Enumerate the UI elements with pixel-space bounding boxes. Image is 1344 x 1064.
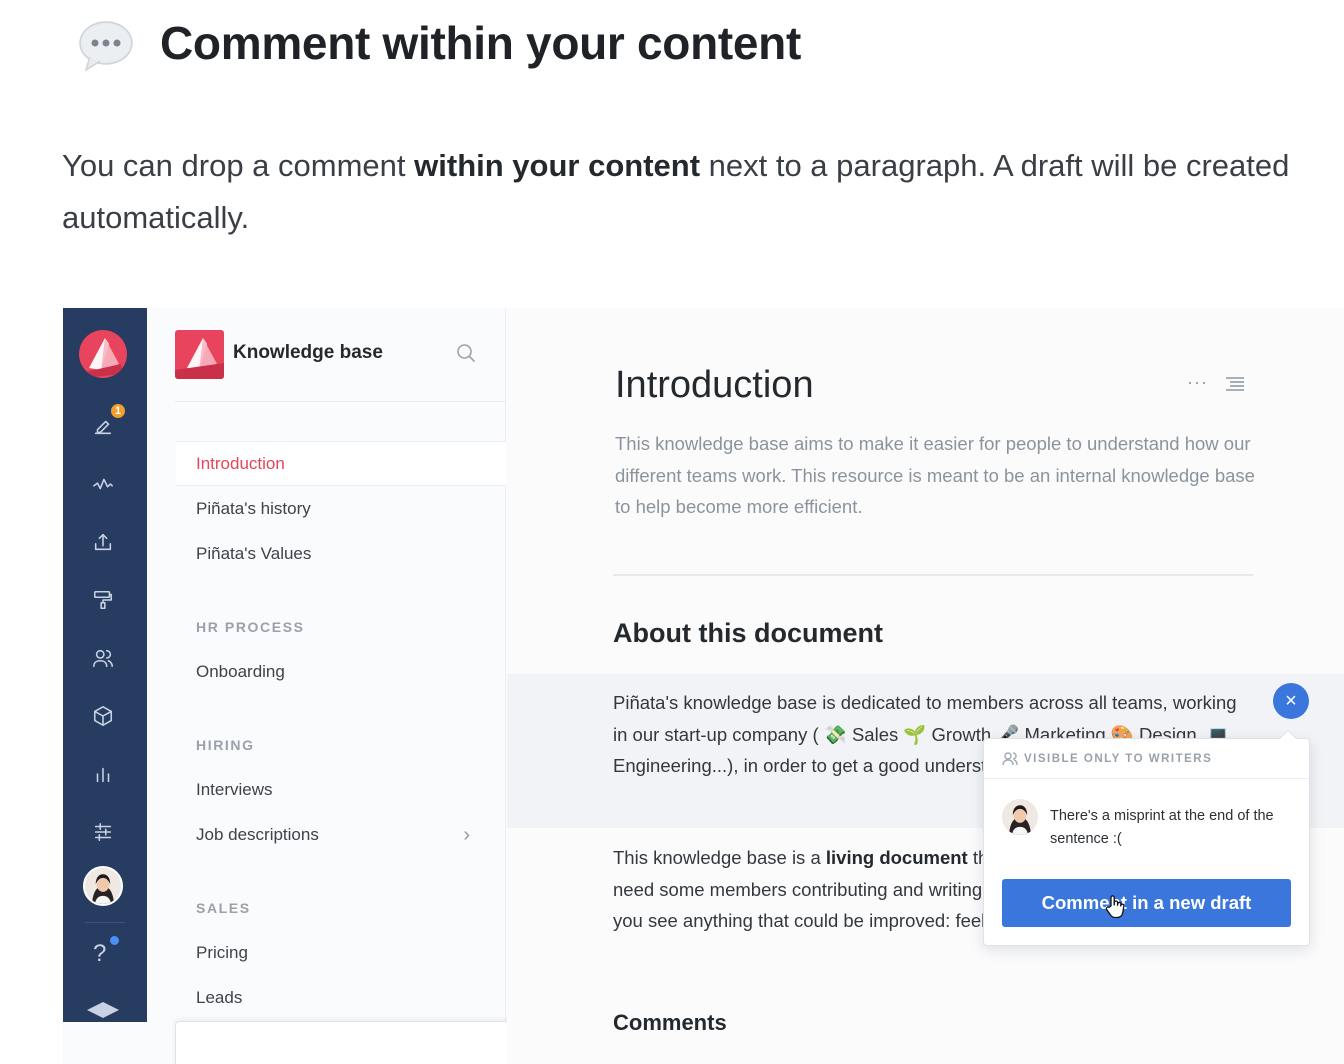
sidebar-item-pricing[interactable]: Pricing <box>176 930 506 975</box>
comment-text: There's a misprint at the end of the sen… <box>1050 808 1274 847</box>
graduation-cap-icon[interactable] <box>85 1000 121 1022</box>
document-area: Introduction ··· This knowledge base aim… <box>507 308 1344 1064</box>
close-comment-button[interactable]: × <box>1273 683 1309 719</box>
users-icon[interactable] <box>85 640 121 676</box>
hand-cursor-icon <box>1104 894 1126 920</box>
sidebar-item-label: Leads <box>196 987 243 1007</box>
app-rail: 1 ? <box>63 308 147 1022</box>
help-notification-dot <box>110 936 119 945</box>
upload-icon[interactable] <box>85 524 121 560</box>
sidebar-item-leads[interactable]: Leads <box>176 975 506 1020</box>
app-screenshot: 1 ? Knowledge base Introduction Piñata's… <box>63 308 1344 1064</box>
document-lead: This knowledge base aims to make it easi… <box>615 433 1255 517</box>
search-icon[interactable] <box>455 342 477 364</box>
sidebar-item-interviews[interactable]: Interviews <box>176 767 506 812</box>
avatar[interactable] <box>83 866 123 906</box>
more-options-icon[interactable]: ··· <box>1187 372 1208 393</box>
box-icon[interactable] <box>85 698 121 734</box>
comment-popover: VISIBLE ONLY TO WRITERS There's a mispri… <box>983 729 1310 946</box>
rail-divider <box>85 922 125 923</box>
page-title: Comment within your content <box>160 17 801 69</box>
chevron-right-icon[interactable]: › <box>463 824 470 847</box>
kb-title: Knowledge base <box>233 342 383 363</box>
sidebar-item-label: Pricing <box>196 942 248 962</box>
speech-bubble-icon <box>76 18 134 74</box>
paint-roller-icon[interactable] <box>85 582 121 618</box>
comments-heading: Comments <box>613 1010 727 1035</box>
sidebar-section-sales: SALES <box>196 900 251 916</box>
visibility-label: VISIBLE ONLY TO WRITERS <box>1024 752 1213 765</box>
document-title: Introduction <box>615 364 814 406</box>
kb-logo-icon <box>175 330 224 379</box>
kb-sidebar: Knowledge base Introduction Piñata's his… <box>147 308 575 1064</box>
users-icon <box>1002 751 1018 765</box>
help-icon[interactable]: ? <box>93 940 106 968</box>
avatar <box>1002 799 1038 835</box>
logo-icon[interactable] <box>79 330 127 378</box>
intro-paragraph: You can drop a comment within your conte… <box>62 148 1290 235</box>
section-heading: About this document <box>613 618 883 648</box>
notification-badge: 1 <box>109 402 127 420</box>
sidebar-item-label: Onboarding <box>196 661 285 681</box>
settings-sliders-icon[interactable] <box>85 814 121 850</box>
sidebar-item-label: Introduction <box>196 453 285 473</box>
sidebar-item-job-descriptions[interactable]: Job descriptions › <box>176 812 506 857</box>
comment-in-new-draft-button[interactable]: Comment in a new draft <box>1002 879 1291 927</box>
sidebar-item-onboarding[interactable]: Onboarding <box>176 649 506 694</box>
sidebar-item-label: Piñata's Values <box>196 543 312 563</box>
table-of-contents-icon[interactable] <box>1225 376 1245 392</box>
sidebar-divider <box>175 401 506 402</box>
sidebar-item-introduction[interactable]: Introduction <box>176 441 506 486</box>
sidebar-section-hr-process: HR PROCESS <box>196 619 305 635</box>
sidebar-item-pinatas-history[interactable]: Piñata's history <box>176 486 506 531</box>
sidebar-item-pinatas-values[interactable]: Piñata's Values <box>176 531 506 576</box>
chart-icon[interactable] <box>85 756 121 792</box>
sidebar-item-label: Piñata's history <box>196 498 311 518</box>
activity-icon[interactable] <box>85 466 121 502</box>
sidebar-section-hiring: HIRING <box>196 737 255 753</box>
sidebar-item-label: Interviews <box>196 779 273 799</box>
visibility-header: VISIBLE ONLY TO WRITERS <box>984 739 1309 779</box>
document-divider <box>613 574 1253 576</box>
sidebar-item-label: Job descriptions <box>196 824 319 844</box>
